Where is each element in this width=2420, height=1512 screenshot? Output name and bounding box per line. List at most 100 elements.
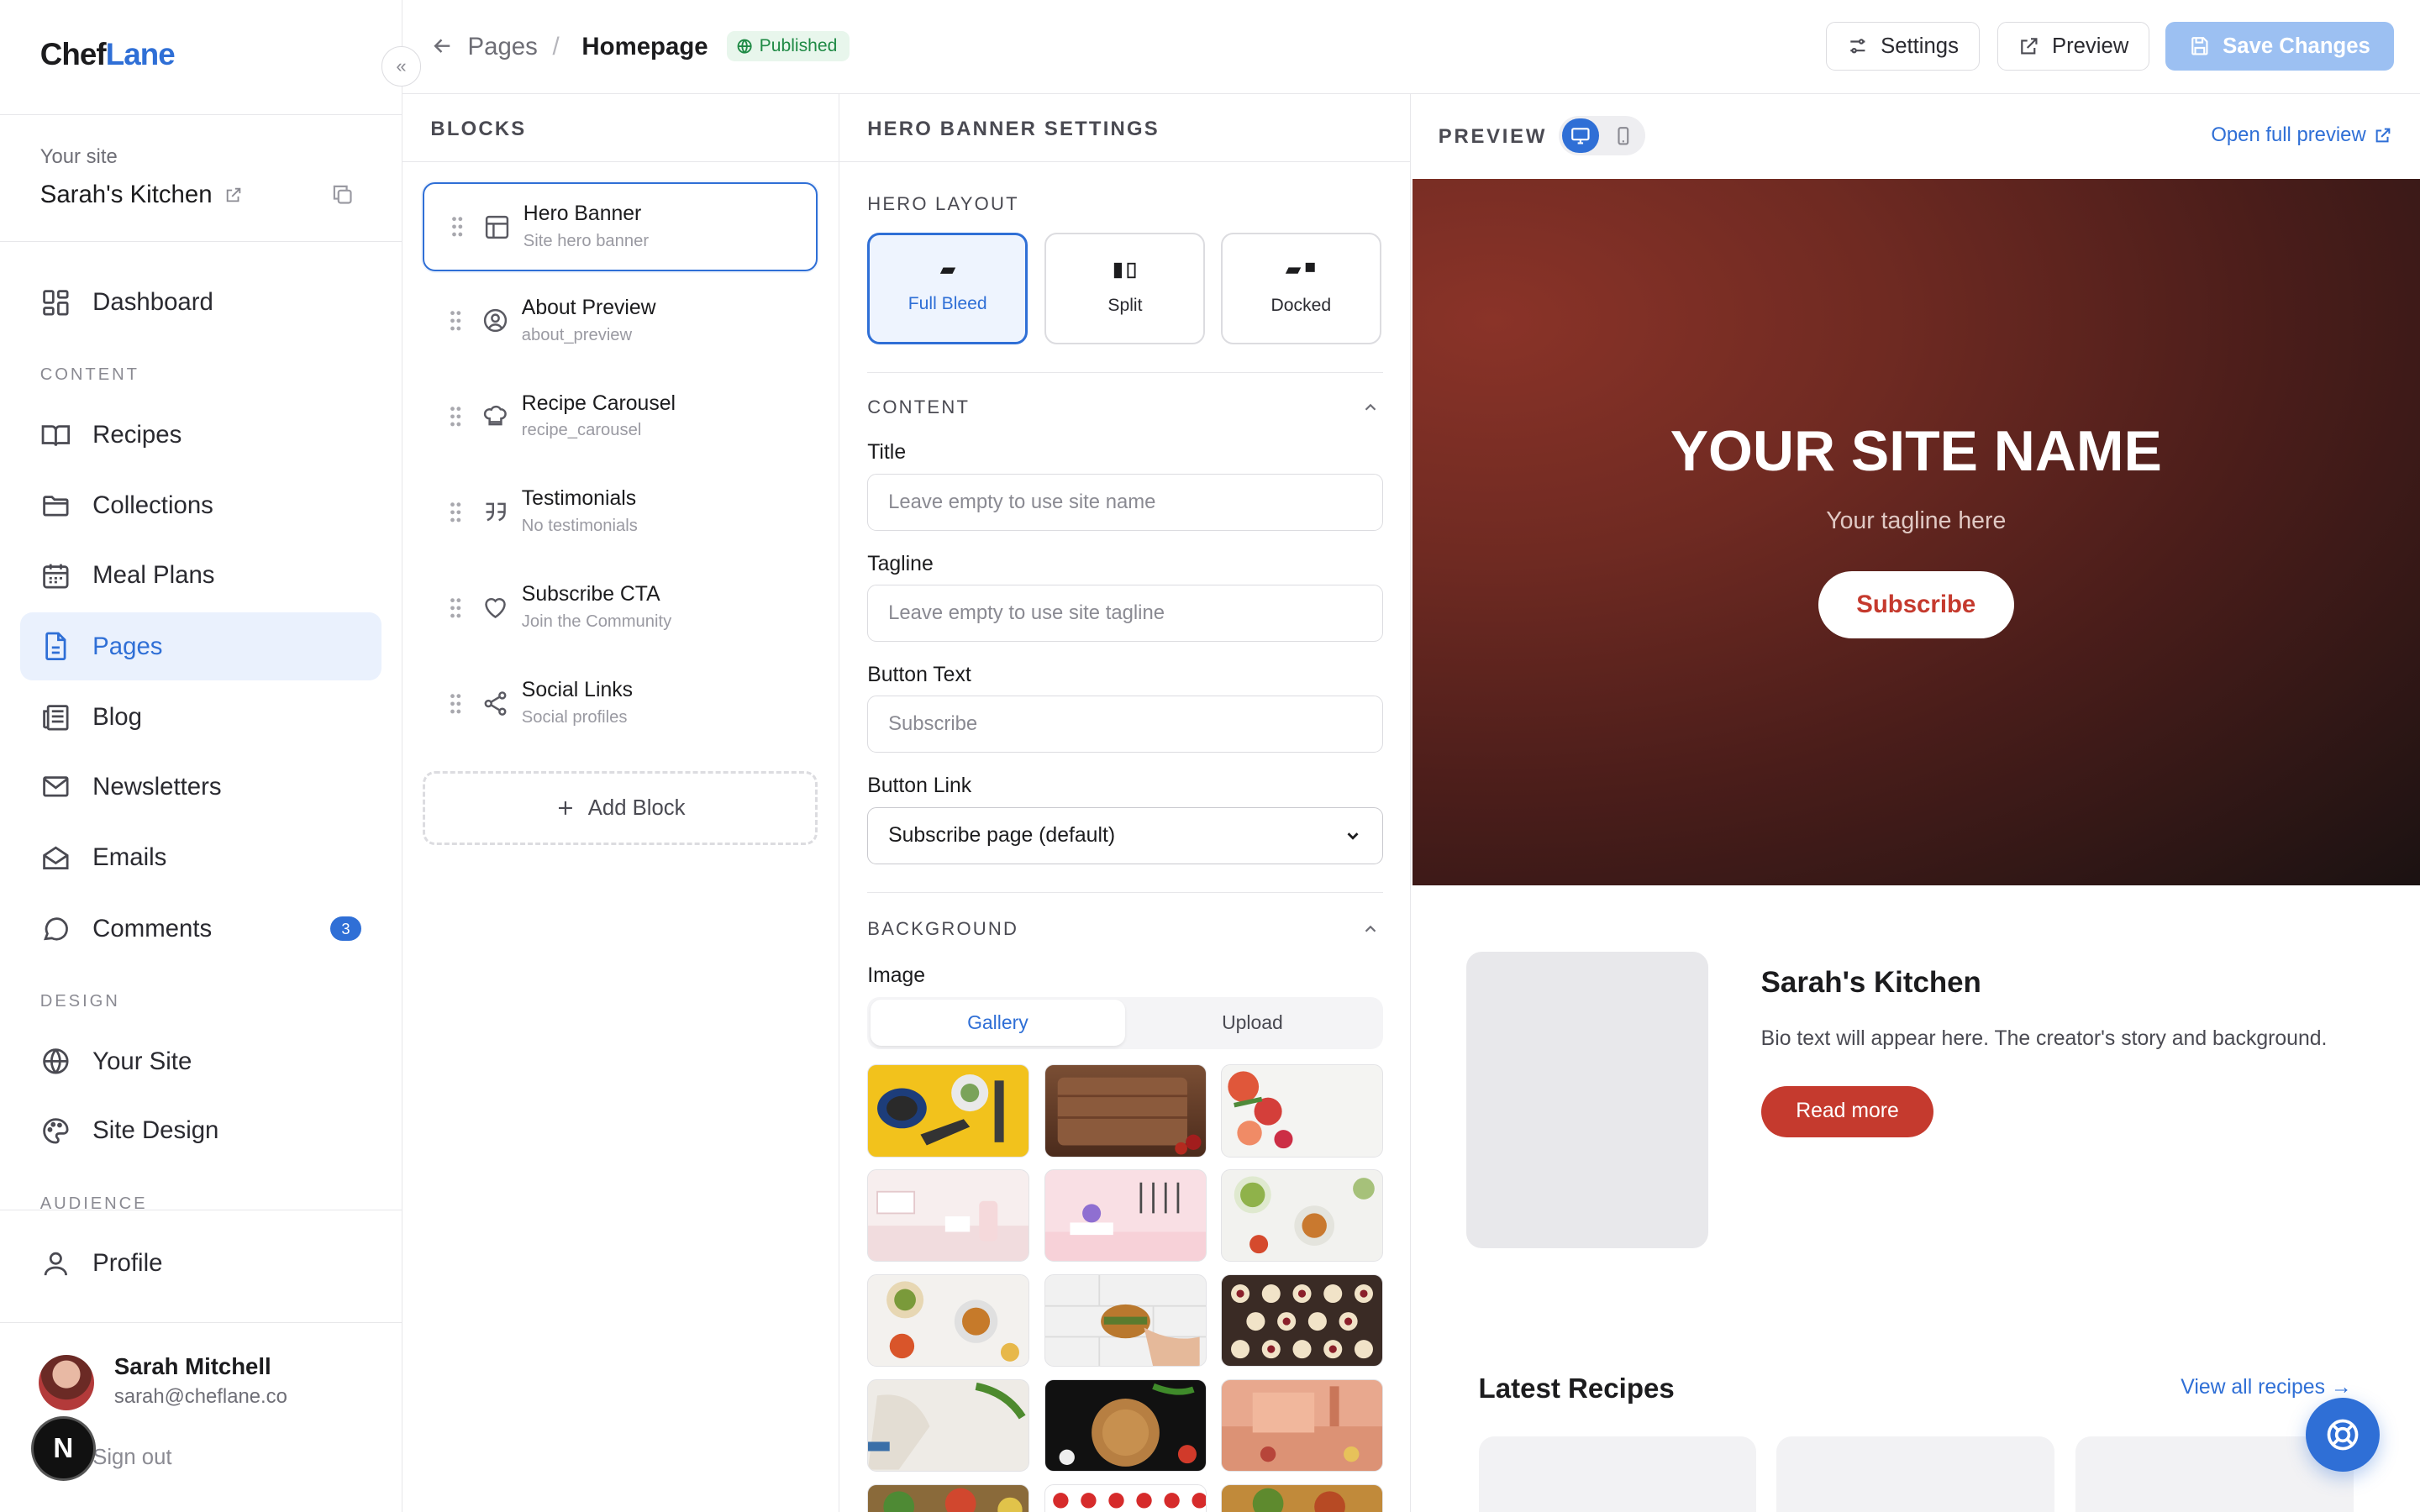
site-name-link[interactable]: Sarah's Kitchen: [40, 181, 244, 209]
gallery-thumbnail[interactable]: [867, 1169, 1030, 1263]
folder-icon: [40, 491, 71, 522]
external-link-icon: [2018, 35, 2040, 57]
page-title: Homepage: [581, 32, 708, 60]
button-text-input[interactable]: [867, 696, 1383, 753]
settings-button[interactable]: Settings: [1825, 21, 1980, 71]
title-input[interactable]: [867, 473, 1383, 531]
sidebar-item-recipes[interactable]: Recipes: [20, 402, 381, 470]
add-block-button[interactable]: Add Block: [423, 771, 818, 846]
arrow-left-icon[interactable]: [430, 34, 455, 58]
hero-subscribe-button[interactable]: Subscribe: [1818, 570, 2014, 639]
gallery-thumbnail[interactable]: [1220, 1064, 1383, 1158]
user-circle-icon: [481, 307, 509, 334]
layout-option-split[interactable]: Split: [1044, 233, 1206, 344]
heart-icon: [481, 594, 509, 622]
mobile-view-button[interactable]: [1605, 118, 1642, 152]
mail-icon: [40, 771, 71, 802]
layout-option-docked[interactable]: Docked: [1220, 233, 1381, 344]
sidebar-item-blog[interactable]: Blog: [20, 684, 381, 752]
button-link-field-label: Button Link: [867, 774, 972, 798]
gallery-thumbnail[interactable]: [867, 1064, 1030, 1158]
sidebar-item-label: Emails: [92, 843, 167, 872]
view-all-recipes-link[interactable]: View all recipes →: [2181, 1376, 2351, 1399]
drag-handle-icon[interactable]: [448, 693, 463, 715]
preview-button[interactable]: Preview: [1996, 21, 2150, 71]
gallery-thumbnail[interactable]: [1044, 1274, 1207, 1368]
dashboard-icon: [40, 287, 71, 318]
layout-option-label: Split: [1107, 295, 1143, 315]
drag-handle-icon[interactable]: [448, 406, 463, 428]
save-changes-button[interactable]: Save Changes: [2165, 21, 2394, 71]
about-image-placeholder: [1465, 952, 1709, 1248]
tab-gallery[interactable]: Gallery: [870, 1000, 1125, 1047]
avatar[interactable]: [38, 1354, 95, 1410]
gallery-thumbnail[interactable]: [1220, 1379, 1383, 1473]
mail-open-icon: [40, 843, 71, 874]
layout-option-full-bleed[interactable]: Full Bleed: [867, 233, 1028, 344]
smartphone-icon: [1612, 125, 1634, 147]
gallery-thumbnail[interactable]: [867, 1274, 1030, 1368]
sidebar-item-meal-plans[interactable]: Meal Plans: [20, 542, 381, 610]
gallery-thumbnail[interactable]: [867, 1379, 1030, 1473]
collapse-sidebar-button[interactable]: «: [381, 46, 422, 87]
sidebar-item-your-site[interactable]: Your Site: [20, 1027, 381, 1095]
help-button[interactable]: [2306, 1398, 2381, 1473]
gallery-thumbnail[interactable]: [1044, 1379, 1207, 1473]
background-section-label: BACKGROUND: [867, 917, 1019, 939]
tab-upload[interactable]: Upload: [1125, 1000, 1380, 1046]
save-label: Save Changes: [2223, 34, 2370, 58]
n-badge[interactable]: N: [30, 1416, 96, 1482]
block-item-testimonials[interactable]: Testimonials No testimonials: [423, 469, 818, 559]
drag-handle-icon[interactable]: [448, 501, 463, 523]
sign-out-link[interactable]: Sign out: [92, 1446, 171, 1470]
user-icon: [40, 1248, 71, 1279]
chevron-down-icon: [1344, 827, 1362, 845]
block-item-subscribe-cta[interactable]: Subscribe CTA Join the Community: [423, 564, 818, 654]
divider: [867, 371, 1383, 373]
gallery-thumbnail[interactable]: [1220, 1274, 1383, 1368]
gallery-thumbnail[interactable]: [1044, 1483, 1207, 1512]
latest-recipes-title: Latest Recipes: [1478, 1373, 1675, 1404]
layout-option-label: Full Bleed: [908, 293, 987, 313]
gallery-thumbnail[interactable]: [1044, 1064, 1207, 1158]
drag-handle-icon[interactable]: [450, 216, 465, 238]
sidebar-item-pages[interactable]: Pages: [19, 612, 381, 680]
read-more-button[interactable]: Read more: [1760, 1086, 1934, 1137]
chevron-up-icon[interactable]: [1361, 398, 1380, 417]
gallery-thumbnail[interactable]: [1044, 1169, 1207, 1263]
gallery-thumbnail[interactable]: [867, 1483, 1030, 1512]
tagline-input[interactable]: [867, 585, 1383, 643]
copy-icon[interactable]: [330, 182, 355, 207]
desktop-view-button[interactable]: [1561, 118, 1599, 153]
external-link-icon: [224, 186, 243, 204]
save-icon: [2189, 35, 2211, 57]
sidebar-item-site-design[interactable]: Site Design: [20, 1097, 381, 1165]
sidebar-item-emails[interactable]: Emails: [20, 824, 381, 892]
sidebar-item-profile[interactable]: Profile: [20, 1230, 381, 1298]
sidebar-item-dashboard[interactable]: Dashboard: [20, 269, 381, 337]
sidebar-item-collections[interactable]: Collections: [20, 472, 381, 540]
settings-heading: HERO BANNER SETTINGS: [839, 94, 1410, 162]
sidebar-item-newsletters[interactable]: Newsletters: [20, 753, 381, 821]
blocks-heading: BLOCKS: [402, 94, 839, 162]
drag-handle-icon[interactable]: [448, 310, 463, 332]
sidebar-item-comments[interactable]: Comments 3: [20, 895, 381, 963]
gallery-thumbnail[interactable]: [1220, 1483, 1383, 1512]
button-link-select[interactable]: Subscribe page (default): [867, 806, 1383, 864]
drag-handle-icon[interactable]: [448, 597, 463, 619]
app-logo[interactable]: ChefLane: [40, 37, 176, 72]
comments-count-badge: 3: [330, 916, 361, 942]
gallery-thumbnail[interactable]: [1220, 1169, 1383, 1263]
breadcrumb-pages[interactable]: Pages: [468, 33, 538, 61]
block-item-social-links[interactable]: Social Links Social profiles: [423, 660, 818, 750]
open-full-preview-link[interactable]: Open full preview: [2211, 123, 2392, 147]
block-title: Subscribe CTA: [521, 583, 660, 606]
block-item-about-preview[interactable]: About Preview about_preview: [423, 278, 818, 368]
chevron-up-icon[interactable]: [1361, 920, 1380, 938]
image-field-label: Image: [867, 963, 926, 987]
block-item-hero-banner[interactable]: Hero Banner Site hero banner: [423, 181, 818, 272]
block-item-recipe-carousel[interactable]: Recipe Carousel recipe_carousel: [423, 373, 818, 463]
block-subtitle: Join the Community: [521, 612, 672, 632]
calendar-icon: [40, 560, 71, 591]
external-link-icon: [2374, 126, 2392, 144]
